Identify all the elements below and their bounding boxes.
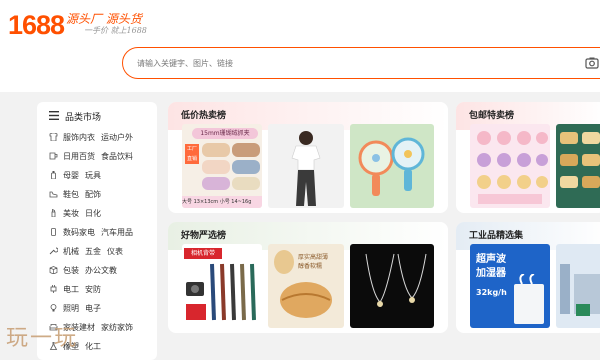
cat-label[interactable]: 照明 — [63, 304, 79, 313]
bread-label-2: 醇香软糯 — [298, 263, 323, 270]
logo[interactable]: 1688 — [8, 10, 65, 41]
phone-icon — [51, 228, 56, 236]
cat-label[interactable]: 电子 — [85, 304, 101, 313]
section-title[interactable]: 包邮特卖榜 — [469, 108, 514, 121]
category-electrical[interactable]: 电工 安防 — [49, 284, 101, 295]
product-thumb-mini-fan[interactable] — [350, 124, 434, 208]
category-shoes[interactable]: 鞋包 配饰 — [49, 189, 101, 200]
cat-label[interactable]: 办公文教 — [85, 266, 117, 275]
fan-illustration — [358, 137, 425, 196]
category-machinery[interactable]: 机械 五金 仪表 — [49, 246, 123, 257]
category-digital[interactable]: 数码家电 汽车用品 — [49, 227, 133, 238]
bottle-icon — [51, 171, 56, 179]
category-beauty[interactable]: 美妆 日化 — [49, 208, 101, 219]
bulb-icon — [50, 304, 57, 312]
necklace-illustration — [365, 253, 427, 307]
sidebar-title: 品类市场 — [49, 110, 101, 123]
product-thumb-factory[interactable] — [556, 244, 600, 328]
header: 1688 源头厂 源头货 一手价 就上1688 请输入关键字、图片、链接 — [0, 0, 600, 92]
cat-label[interactable]: 电工 — [63, 285, 79, 294]
cat-label[interactable]: 仪表 — [107, 247, 123, 256]
watermark-logo: 玩一玩 — [6, 326, 79, 351]
cat-label[interactable]: 服饰内衣 — [63, 133, 95, 142]
cat-label[interactable]: 食品饮料 — [101, 152, 133, 161]
search-placeholder: 请输入关键字、图片、链接 — [137, 59, 233, 68]
box-icon — [49, 266, 58, 274]
section-title[interactable]: 低价热卖榜 — [181, 108, 226, 121]
product-badge: 15mm珊瑚绒抓夹 — [192, 128, 258, 139]
cat-label[interactable]: 美妆 — [63, 209, 79, 218]
product-thumb-hair-clips[interactable]: 15mm珊瑚绒抓夹 工厂直销 大号 13×13cm 小号 14~16g — [182, 124, 262, 208]
humidifier-title: 超声波 — [476, 254, 506, 265]
category-packaging[interactable]: 包装 办公文教 — [49, 265, 117, 276]
cat-label[interactable]: 包装 — [63, 266, 79, 275]
shirt-icon — [49, 133, 58, 141]
factory-tag: 工厂直销 — [185, 144, 199, 164]
product-thumb-bread[interactable]: 厚实高甜薄 醇香软糯 — [268, 244, 344, 328]
section-industrial[interactable]: 工业品精选集 超声波 加湿器 32kg/h — [456, 222, 600, 333]
factory-illustration — [560, 264, 600, 316]
humidifier-capacity: 32kg/h — [476, 288, 507, 297]
cat-label[interactable]: 机械 — [63, 247, 79, 256]
product-thumb-necklace[interactable] — [350, 244, 434, 328]
shoe-icon — [49, 191, 58, 198]
cup-icon — [49, 152, 58, 160]
product-thumb-dolls[interactable] — [470, 124, 550, 208]
product-thumb-keychains[interactable] — [556, 124, 600, 208]
sidebar-title-text: 品类市场 — [65, 113, 102, 123]
menu-icon — [49, 111, 60, 123]
search-input[interactable]: 请输入关键字、图片、链接 — [122, 47, 600, 79]
cat-label[interactable]: 家纺家饰 — [101, 323, 133, 332]
product-thumb-humidifier[interactable]: 超声波 加湿器 32kg/h — [470, 244, 550, 328]
cat-label[interactable]: 化工 — [85, 342, 101, 351]
category-lighting[interactable]: 照明 电子 — [49, 303, 101, 314]
section-good-picks[interactable]: 好物严选榜 相机背带 厚实高甜薄 醇香软糯 — [168, 222, 448, 333]
slogan-sub: 一手价 就上1688 — [84, 26, 147, 35]
cat-label[interactable]: 运动户外 — [101, 133, 133, 142]
strap-label: 相机背带 — [184, 248, 222, 259]
category-baby[interactable]: 母婴 玩具 — [49, 170, 101, 181]
product-thumb-camera-strap[interactable]: 相机背带 — [182, 244, 262, 328]
camera-strap-illustration — [186, 263, 256, 321]
cat-label[interactable]: 鞋包 — [63, 190, 79, 199]
cat-label[interactable]: 汽车用品 — [101, 228, 133, 237]
bread-label: 厚实高甜薄 — [298, 254, 329, 261]
dolls-illustration — [477, 131, 548, 204]
cat-label[interactable]: 安防 — [85, 285, 101, 294]
wrench-icon — [49, 247, 58, 255]
clip-illustration — [202, 143, 260, 190]
section-title[interactable]: 好物严选榜 — [181, 228, 226, 241]
cat-label[interactable]: 日用百货 — [63, 152, 95, 161]
plug-icon — [50, 285, 57, 293]
category-daily[interactable]: 日用百货 食品饮料 — [49, 151, 133, 162]
humidifier-title-2: 加湿器 — [476, 268, 506, 279]
lipstick-icon — [51, 209, 56, 217]
cat-label[interactable]: 配饰 — [85, 190, 101, 199]
tshirt-model-illustration — [291, 131, 321, 206]
section-low-price-hot[interactable]: 低价热卖榜 15mm珊瑚绒抓夹 工厂直销 大号 13×13cm 小号 14~16… — [168, 102, 448, 213]
size-info: 大号 13×13cm 小号 14~16g — [182, 196, 262, 208]
size-small: 小号 14~16g — [219, 199, 252, 205]
section-free-shipping[interactable]: 包邮特卖榜 — [456, 102, 600, 213]
cat-label[interactable]: 数码家电 — [63, 228, 95, 237]
humidifier-illustration — [514, 274, 544, 324]
size-large: 大号 13×13cm — [182, 199, 219, 205]
cat-label[interactable]: 五金 — [85, 247, 101, 256]
cat-label[interactable]: 玩具 — [85, 171, 101, 180]
camera-icon[interactable] — [585, 56, 599, 70]
cat-label[interactable]: 母婴 — [63, 171, 79, 180]
cat-label[interactable]: 日化 — [85, 209, 101, 218]
product-thumb-tshirt[interactable] — [268, 124, 344, 208]
category-apparel[interactable]: 服饰内衣 运动户外 — [49, 132, 133, 143]
section-title[interactable]: 工业品精选集 — [469, 228, 523, 241]
keychain-illustration — [560, 132, 600, 188]
